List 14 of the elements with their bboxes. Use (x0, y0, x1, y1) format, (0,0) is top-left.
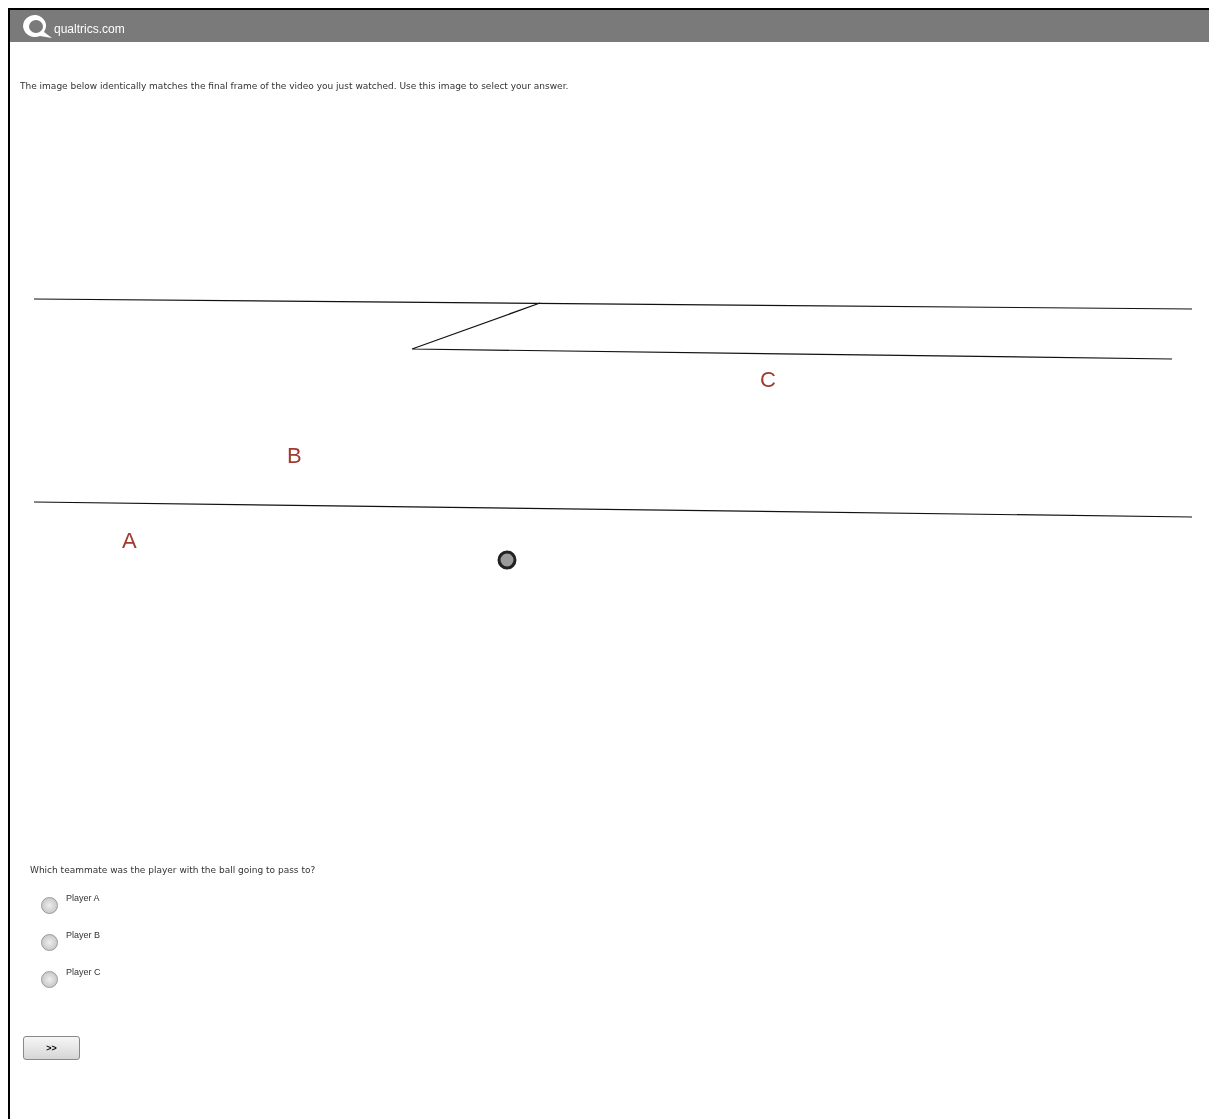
player-label: C (760, 367, 776, 392)
option-label[interactable]: Player C (66, 967, 101, 977)
logo-text: qualtrics.com (54, 21, 125, 36)
player-label: A (122, 528, 137, 553)
option-label[interactable]: Player B (66, 930, 100, 940)
instruction-text: The image below identically matches the final frame of the video you just watched. Use this image to select your answer. (20, 81, 570, 91)
ball-icon (497, 550, 517, 570)
radio-button[interactable] (41, 934, 58, 951)
radio-button[interactable] (41, 897, 58, 914)
radio-button[interactable] (41, 971, 58, 988)
player-label: B (287, 443, 302, 468)
question-text: Which teammate was the player with the ball going to pass to? (30, 865, 317, 875)
option-label[interactable]: Player A (66, 893, 100, 903)
next-button[interactable]: >> (23, 1036, 80, 1060)
